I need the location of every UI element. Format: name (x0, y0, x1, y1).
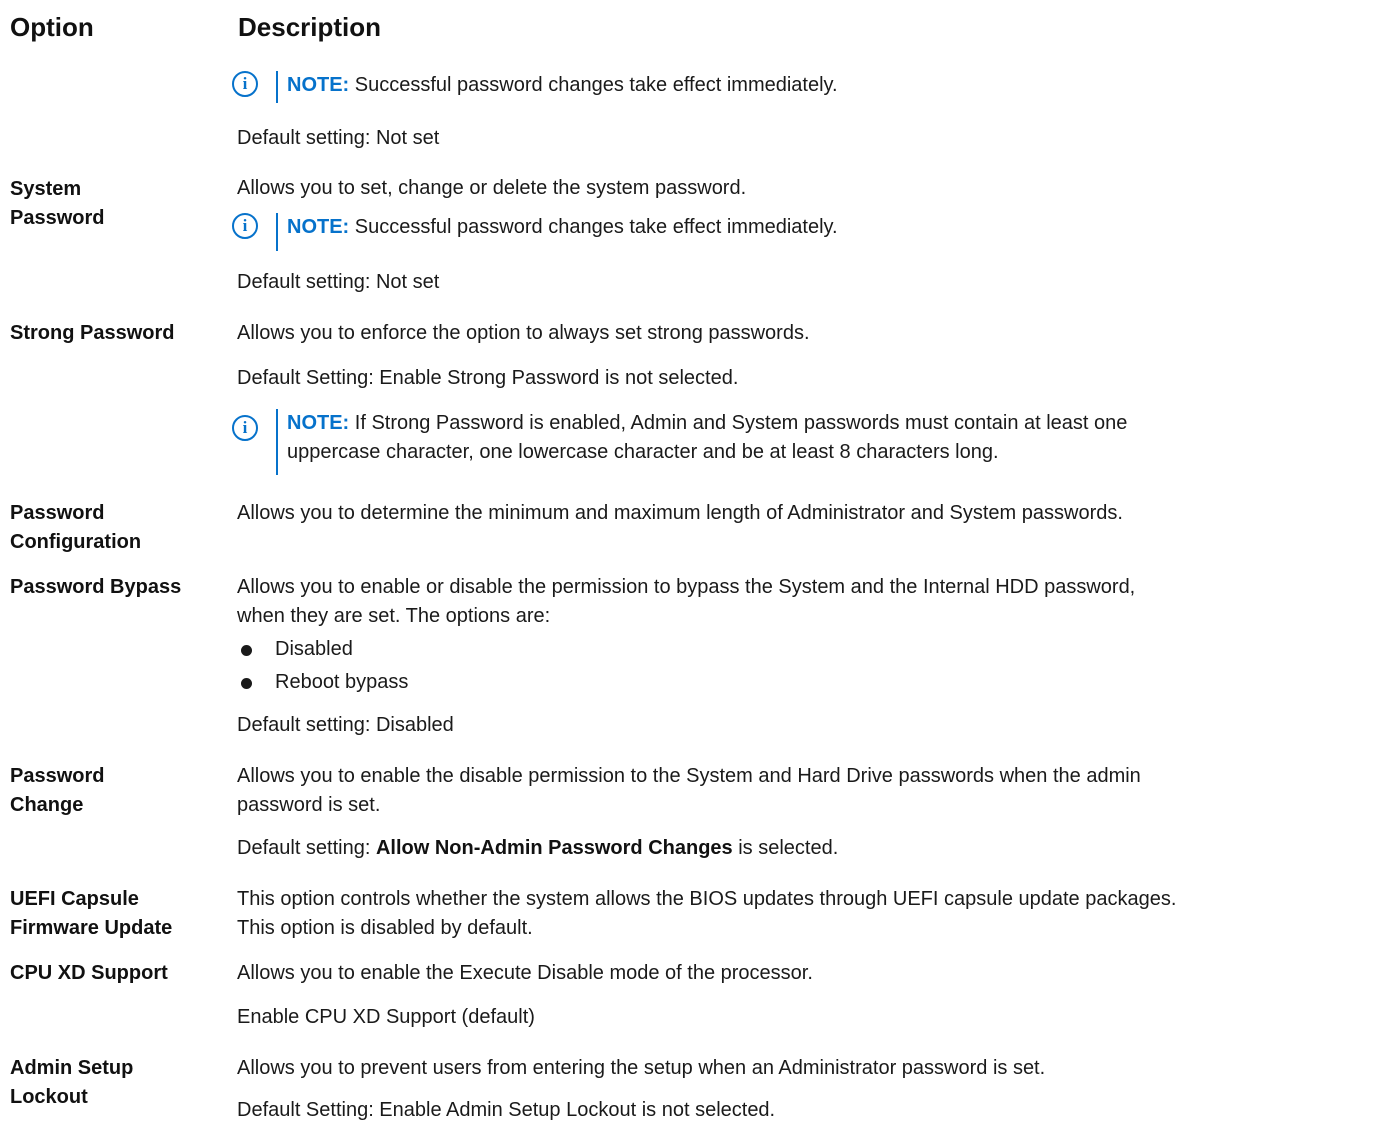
password-change-default: Default setting: Allow Non-Admin Passwor… (237, 837, 839, 859)
info-circle-icon: i (232, 415, 258, 441)
cpu-xd-default: Enable CPU XD Support (default) (237, 1006, 535, 1028)
strong-password-default: Default Setting: Enable Strong Password … (237, 367, 739, 389)
note-divider (276, 409, 278, 475)
option-uefi-capsule-firmware-update: UEFI Capsule Firmware Update (10, 888, 173, 939)
admin-setup-lockout-description: Allows you to prevent users from enterin… (237, 1057, 1046, 1079)
option-admin-setup-lockout: Admin Setup Lockout (10, 1057, 134, 1108)
note-text: NOTE: Successful password changes take e… (287, 74, 838, 96)
note-text: NOTE: If Strong Password is enabled, Adm… (287, 412, 1128, 463)
option-password-bypass: Password Bypass (10, 576, 182, 598)
strong-password-description: Allows you to enforce the option to alwa… (237, 322, 810, 344)
uefi-capsule-description: This option controls whether the system … (237, 888, 1177, 939)
system-password-default: Default setting: Not set (237, 271, 440, 293)
cpu-xd-description: Allows you to enable the Execute Disable… (237, 962, 813, 984)
info-circle-icon: i (232, 71, 258, 97)
option-password-configuration: Password Configuration (10, 502, 142, 553)
info-circle-icon: i (232, 213, 258, 239)
column-header-description: Description (238, 12, 382, 42)
password-configuration-description: Allows you to determine the minimum and … (237, 502, 1123, 524)
note-divider (276, 213, 278, 251)
option-strong-password: Strong Password (10, 322, 175, 344)
option-system-password: System Password (10, 178, 105, 229)
password-change-description: Allows you to enable the disable permiss… (237, 765, 1141, 816)
bullet-icon (241, 645, 252, 656)
column-header-option: Option (10, 12, 94, 42)
password-bypass-default: Default setting: Disabled (237, 714, 454, 736)
option-password-change: Password Change (10, 765, 105, 816)
system-password-description: Allows you to set, change or delete the … (237, 177, 747, 199)
bullet-icon (241, 678, 252, 689)
note-text: NOTE: Successful password changes take e… (287, 216, 838, 238)
note-divider (276, 71, 278, 103)
option-cpu-xd-support: CPU XD Support (10, 962, 168, 984)
admin-password-default: Default setting: Not set (237, 127, 440, 149)
admin-setup-lockout-default: Default Setting: Enable Admin Setup Lock… (237, 1099, 776, 1121)
password-bypass-description: Allows you to enable or disable the perm… (237, 576, 1136, 627)
